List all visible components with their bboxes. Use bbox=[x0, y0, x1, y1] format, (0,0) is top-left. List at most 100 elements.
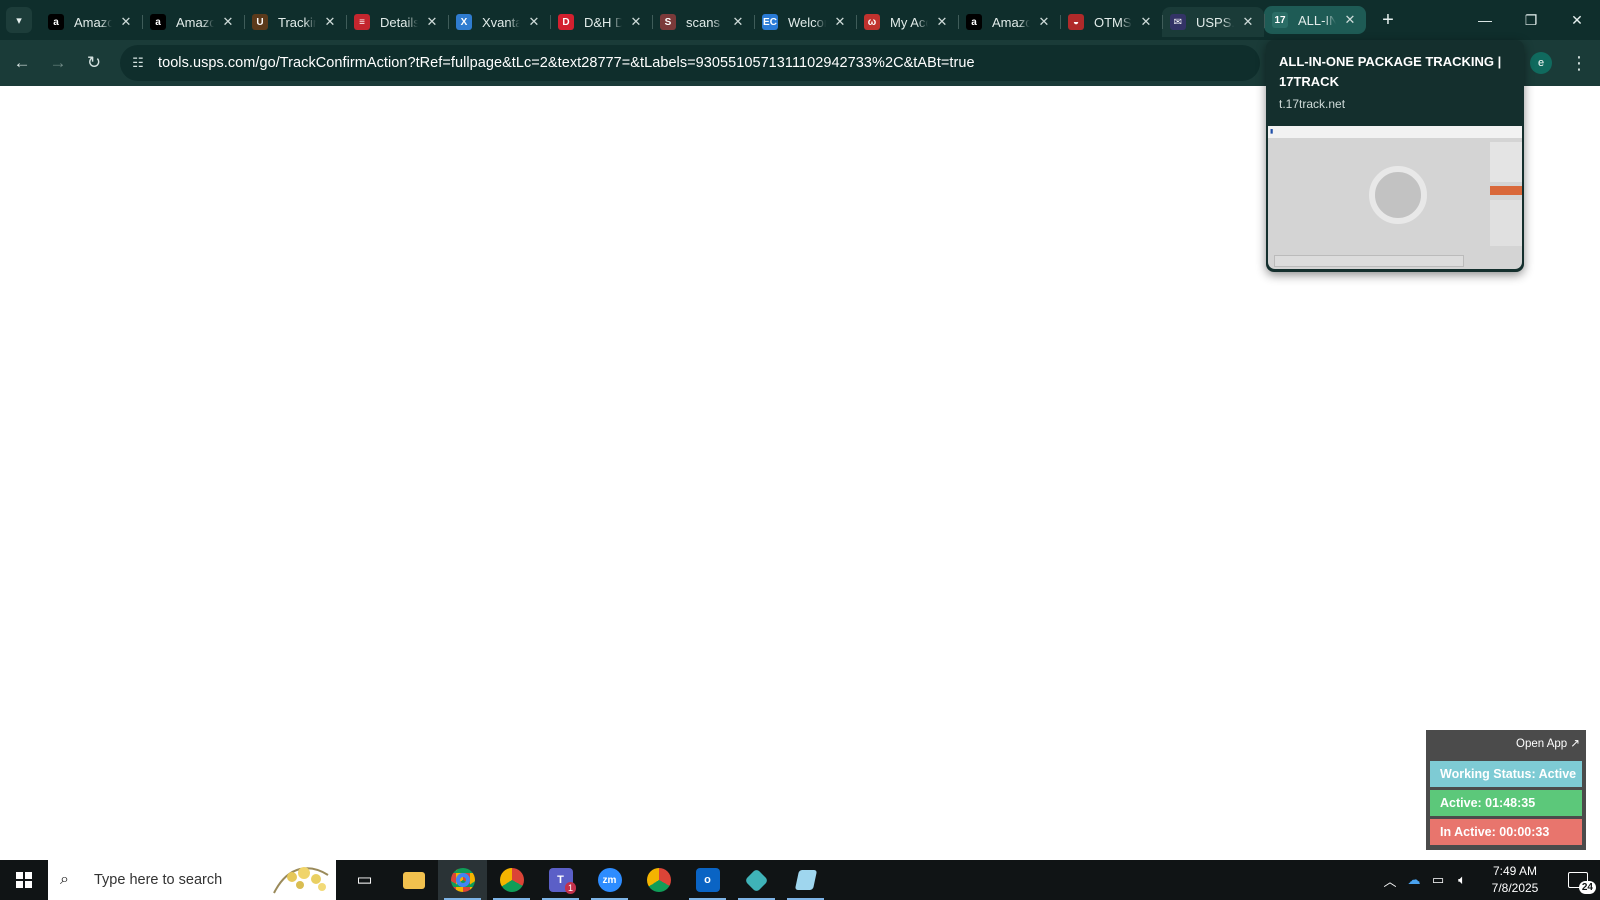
otms-icon: ◒ bbox=[1068, 14, 1084, 30]
tab-title: Xvantage bbox=[482, 14, 520, 30]
tab-10[interactable]: a Amazon ✕ bbox=[958, 7, 1060, 37]
notification-center-button[interactable]: 24 bbox=[1556, 860, 1600, 900]
close-tab-icon[interactable]: ✕ bbox=[220, 14, 236, 30]
taskbar: ⌕ Type here to search ▭ T 1 zm o ︿ ☁ ▭ 🔈… bbox=[0, 860, 1600, 900]
usps-icon: ✉ bbox=[1170, 14, 1186, 30]
notes-app-button[interactable] bbox=[781, 860, 830, 900]
chevron-up-icon: ︿ bbox=[1383, 873, 1397, 889]
minimize-icon: — bbox=[1478, 12, 1492, 28]
close-tab-icon[interactable]: ✕ bbox=[322, 14, 338, 30]
zoom-icon: zm bbox=[597, 868, 622, 892]
browser-menu-button[interactable]: ⋮ bbox=[1568, 48, 1590, 78]
tab-title: Amazon bbox=[992, 14, 1030, 30]
tab-title: D&H Distributing bbox=[584, 14, 622, 30]
start-button[interactable] bbox=[0, 860, 48, 900]
restore-button[interactable]: ❐ bbox=[1508, 0, 1554, 40]
tab-search-button[interactable]: ▾ bbox=[6, 7, 32, 33]
taskbar-clock[interactable]: 7:49 AM 7/8/2025 bbox=[1474, 863, 1556, 897]
tab-2[interactable]: a Amazon ✕ bbox=[142, 7, 244, 37]
tab-11[interactable]: ◒ OTMS ✕ bbox=[1060, 7, 1162, 37]
17track-icon: 17 bbox=[1272, 12, 1288, 28]
tab-5[interactable]: X Xvantage ✕ bbox=[448, 7, 550, 37]
address-bar[interactable]: ☷ tools.usps.com/go/TrackConfirmAction?t… bbox=[120, 45, 1260, 81]
hover-card-title: ALL-IN-ONE PACKAGE TRACKING | 17TRACK bbox=[1279, 54, 1502, 89]
reload-button[interactable]: ↻ bbox=[76, 45, 112, 81]
chrome-button-1[interactable] bbox=[438, 860, 487, 900]
profile-avatar[interactable]: e bbox=[1530, 52, 1552, 74]
activity-tracker-widget: Open App ↗ Working Status: Active Active… bbox=[1426, 730, 1586, 850]
tab-title: OTMS bbox=[1094, 14, 1132, 30]
new-tab-button[interactable]: + bbox=[1376, 9, 1400, 32]
amazon-icon: a bbox=[150, 14, 166, 30]
taskbar-search[interactable]: ⌕ Type here to search bbox=[48, 860, 336, 900]
clock-time: 7:49 AM bbox=[1492, 864, 1538, 878]
close-tab-icon[interactable]: ✕ bbox=[1240, 14, 1256, 30]
close-window-button[interactable]: ✕ bbox=[1554, 0, 1600, 40]
forward-button[interactable]: → bbox=[40, 45, 76, 81]
open-app-link[interactable]: Open App ↗ bbox=[1516, 736, 1580, 750]
minimize-button[interactable]: — bbox=[1462, 0, 1508, 40]
site-settings-icon[interactable]: ☷ bbox=[128, 53, 148, 73]
close-tab-icon[interactable]: ✕ bbox=[118, 14, 134, 30]
outlook-button[interactable]: o bbox=[683, 860, 732, 900]
chevron-down-icon: ▾ bbox=[16, 14, 22, 27]
close-tab-icon[interactable]: ✕ bbox=[730, 14, 746, 30]
tab-hover-card: ALL-IN-ONE PACKAGE TRACKING | 17TRACK t.… bbox=[1266, 40, 1524, 272]
reload-icon: ↻ bbox=[86, 53, 102, 72]
inactive-time-row: In Active: 00:00:33 bbox=[1430, 819, 1582, 845]
folder-icon bbox=[402, 871, 425, 889]
tab-title: USPS.com bbox=[1196, 14, 1234, 30]
chrome-button-2[interactable] bbox=[487, 860, 536, 900]
tab-title: Amazon bbox=[74, 14, 112, 30]
preview-sidebar bbox=[1490, 142, 1522, 182]
task-view-icon: ▭ bbox=[356, 870, 373, 889]
tab-1[interactable]: a Amazon ✕ bbox=[40, 7, 142, 37]
search-highlight-icon bbox=[273, 867, 329, 894]
close-tab-icon[interactable]: ✕ bbox=[1342, 12, 1358, 28]
teams-button[interactable]: T 1 bbox=[536, 860, 585, 900]
url-text[interactable]: tools.usps.com/go/TrackConfirmAction?tRe… bbox=[158, 55, 975, 71]
show-hidden-icons-button[interactable]: ︿ bbox=[1378, 860, 1402, 900]
close-tab-icon[interactable]: ✕ bbox=[832, 14, 848, 30]
dh-icon: D bbox=[558, 14, 574, 30]
tab-6[interactable]: D D&H Distributing ✕ bbox=[550, 7, 652, 37]
tab-7[interactable]: Sscans ✕ bbox=[652, 7, 754, 37]
tab-4[interactable]: ≡ Details ✕ bbox=[346, 7, 448, 37]
close-tab-icon[interactable]: ✕ bbox=[934, 14, 950, 30]
tab-9[interactable]: ω My Account ✕ bbox=[856, 7, 958, 37]
search-icon: ⌕ bbox=[60, 871, 69, 888]
preview-button bbox=[1490, 186, 1522, 195]
taskbar-apps: ▭ T 1 zm o bbox=[340, 860, 830, 900]
close-tab-icon[interactable]: ✕ bbox=[526, 14, 542, 30]
chrome-icon bbox=[450, 868, 475, 892]
tab-title: ALL-IN-ONE PACKAGE TRACKING | 17TRACK bbox=[1298, 12, 1336, 28]
close-tab-icon[interactable]: ✕ bbox=[1036, 14, 1052, 30]
working-status-row: Working Status: Active bbox=[1430, 761, 1582, 787]
onedrive-button[interactable]: ☁ bbox=[1402, 860, 1426, 900]
tab-12[interactable]: ✉ USPS.com ✕ bbox=[1162, 7, 1264, 37]
ec-icon: EC bbox=[762, 14, 778, 30]
zoom-button[interactable]: zm bbox=[585, 860, 634, 900]
chrome-button-3[interactable] bbox=[634, 860, 683, 900]
tab-title: Amazon bbox=[176, 14, 214, 30]
tab-strip: ▾ a Amazon ✕ a Amazon ✕ U Tracking ✕ ≡ Details ✕ X Xv… bbox=[0, 0, 1600, 40]
tab-3[interactable]: U Tracking ✕ bbox=[244, 7, 346, 37]
close-tab-icon[interactable]: ✕ bbox=[424, 14, 440, 30]
tab-title: My Account bbox=[890, 14, 928, 30]
back-button[interactable]: ← bbox=[4, 45, 40, 81]
tab-8[interactable]: EC Welcome ✕ bbox=[754, 7, 856, 37]
network-button[interactable]: ▭ bbox=[1426, 860, 1450, 900]
app-diamond-button[interactable] bbox=[732, 860, 781, 900]
scans-icon: S bbox=[660, 14, 676, 30]
file-explorer-button[interactable] bbox=[389, 860, 438, 900]
task-view-button[interactable]: ▭ bbox=[340, 860, 389, 900]
volume-button[interactable]: 🔈︎ bbox=[1450, 860, 1474, 900]
chrome-icon bbox=[646, 868, 671, 892]
tab-13[interactable]: 17 ALL-IN-ONE PACKAGE TRACKING | 17TRACK ✕ bbox=[1264, 6, 1366, 34]
hover-card-domain: t.17track.net bbox=[1279, 97, 1346, 111]
tab-title: Tracking bbox=[278, 14, 316, 30]
teams-badge: 1 bbox=[564, 882, 576, 894]
close-tab-icon[interactable]: ✕ bbox=[628, 14, 644, 30]
close-tab-icon[interactable]: ✕ bbox=[1138, 14, 1154, 30]
logo-icon: ≡ bbox=[354, 14, 370, 30]
